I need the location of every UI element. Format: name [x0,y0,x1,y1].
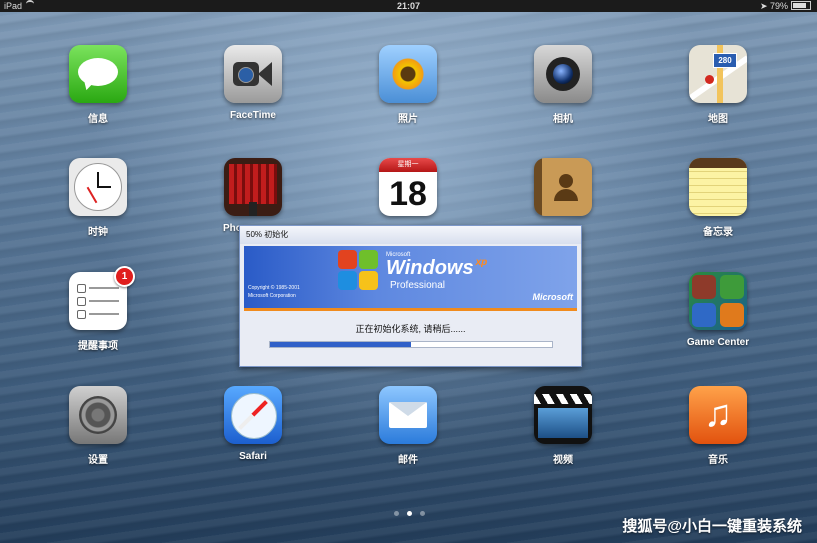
app-music[interactable]: ♫ 音乐 [668,386,768,466]
windows-wordmark: Windows xp [386,257,488,279]
app-label: Game Center [686,337,750,348]
page-dot[interactable] [420,511,425,516]
battery-icon [791,1,811,10]
app-label: 音乐 [708,455,728,466]
page-dot-active[interactable] [407,511,412,516]
app-label: 邮件 [398,455,418,466]
app-mail[interactable]: 邮件 [358,386,458,466]
notes-icon [689,158,747,216]
app-reminders[interactable]: 1 提醒事项 [48,266,148,352]
app-safari[interactable]: Safari [203,386,303,462]
calendar-weekday: 星期一 [379,158,437,172]
notification-badge: 1 [114,266,135,287]
mail-icon [379,386,437,444]
xp-setup-dialog: 50% 初始化 Microsoft Windows xp Professional… [239,225,582,367]
app-photo-booth[interactable]: Pho [203,158,303,234]
contacts-icon [534,158,592,216]
app-label: FaceTime [230,110,276,121]
app-calendar[interactable]: 星期一 18 [358,158,458,216]
calendar-day: 18 [389,175,427,213]
app-label: 照片 [398,114,418,125]
settings-icon [69,386,127,444]
status-bar: iPad 21:07 ➤ 79% [0,0,817,12]
maps-icon: 280 [689,45,747,103]
videos-icon [534,386,592,444]
copyright-text: Copyright © 1985-2001 Microsoft Corporati… [248,285,300,299]
dialog-title: 50% 初始化 [240,226,581,244]
windows-flag-icon [336,248,380,292]
battery-indicator: ➤ 79% [760,0,811,12]
safari-icon [224,386,282,444]
app-label: 地图 [708,114,728,125]
app-label: Safari [239,451,267,462]
road-sign: 280 [713,53,737,68]
app-maps[interactable]: 280 地图 [668,45,768,125]
app-videos[interactable]: 视频 [513,386,613,466]
status-time: 21:07 [396,1,421,11]
app-label: 相机 [553,114,573,125]
music-icon: ♫ [689,386,747,444]
app-contacts[interactable] [513,158,613,216]
progress-bar [269,341,553,348]
app-label: 时钟 [88,227,108,238]
app-label: 提醒事项 [78,341,118,352]
app-camera[interactable]: 相机 [513,45,613,125]
page-indicator[interactable] [390,503,429,521]
app-clock[interactable]: 时钟 [48,158,148,238]
app-label: 视频 [553,455,573,466]
app-photos[interactable]: 照片 [358,45,458,125]
status-message: 正在初始化系统, 请稍后...... [355,324,466,334]
progress-fill [270,342,411,347]
messages-icon [69,45,127,103]
game-center-icon [689,272,747,330]
page-dot[interactable] [394,511,399,516]
app-game-center[interactable]: Game Center [668,272,768,348]
app-label: 备忘录 [703,227,733,238]
camera-icon [534,45,592,103]
app-notes[interactable]: 备忘录 [668,158,768,238]
app-settings[interactable]: 设置 [48,386,148,466]
pin-icon [705,75,714,84]
edition-label: Professional [390,280,446,291]
app-facetime[interactable]: FaceTime [203,45,303,121]
app-messages[interactable]: 信息 [48,45,148,125]
facetime-icon [224,45,282,103]
photo-booth-icon [224,158,282,216]
microsoft-logo: Microsoft [532,292,574,302]
watermark: 搜狐号@小白一键重装系统 [622,518,802,535]
clock-icon [69,158,127,216]
app-label: 设置 [88,455,108,466]
calendar-icon: 星期一 18 [379,158,437,216]
app-label: 信息 [88,114,108,125]
photos-icon [379,45,437,103]
